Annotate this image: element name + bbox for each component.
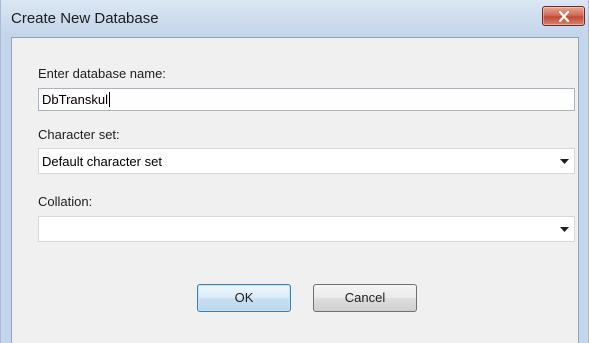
window-title: Create New Database (11, 10, 159, 27)
text-caret (108, 92, 110, 107)
collation-select[interactable] (38, 216, 575, 242)
database-name-input[interactable]: DbTranskul (38, 88, 575, 111)
ok-button[interactable]: OK (197, 284, 291, 312)
close-icon (558, 11, 570, 22)
database-name-text: DbTranskul (42, 92, 110, 107)
collation-label: Collation: (38, 194, 93, 209)
dialog-body: Enter database name: DbTranskul Characte… (11, 37, 579, 343)
chevron-down-icon[interactable] (560, 227, 569, 232)
database-name-value: DbTranskul (42, 92, 108, 107)
database-name-label: Enter database name: (38, 66, 166, 81)
close-button[interactable] (542, 6, 585, 26)
character-set-label: Character set: (38, 127, 120, 142)
character-set-select[interactable]: Default character set (38, 148, 575, 174)
dialog-window: Create New Database Enter database name:… (0, 0, 589, 343)
cancel-button[interactable]: Cancel (313, 284, 417, 312)
character-set-value: Default character set (42, 154, 162, 169)
chevron-down-icon[interactable] (560, 159, 569, 164)
title-bar[interactable]: Create New Database (1, 0, 588, 37)
